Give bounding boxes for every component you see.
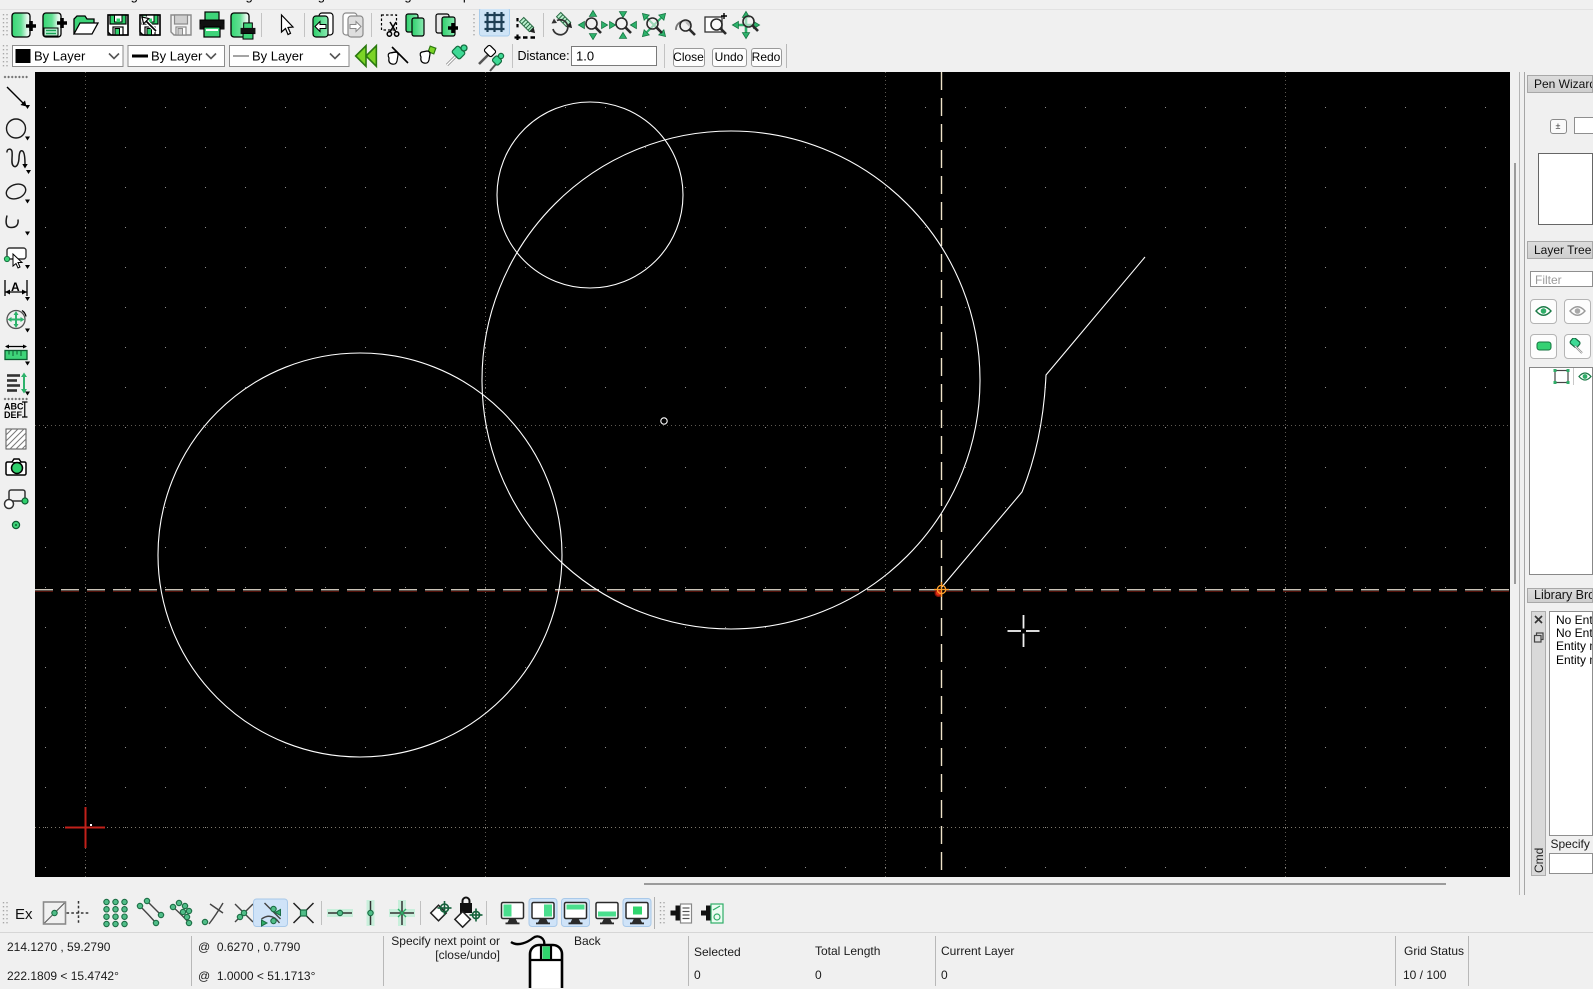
svg-text:By Layer: By Layer	[34, 49, 86, 64]
svg-text:DEF: DEF	[4, 410, 23, 420]
svg-text:Cmd: Cmd	[1532, 847, 1546, 872]
svg-text:By Layer: By Layer	[252, 49, 304, 64]
svg-text:Distance:: Distance:	[518, 49, 570, 63]
svg-text:Ex: Ex	[15, 906, 33, 923]
svg-text:By Layer: By Layer	[151, 49, 203, 64]
svg-text:1.0: 1.0	[576, 49, 594, 64]
